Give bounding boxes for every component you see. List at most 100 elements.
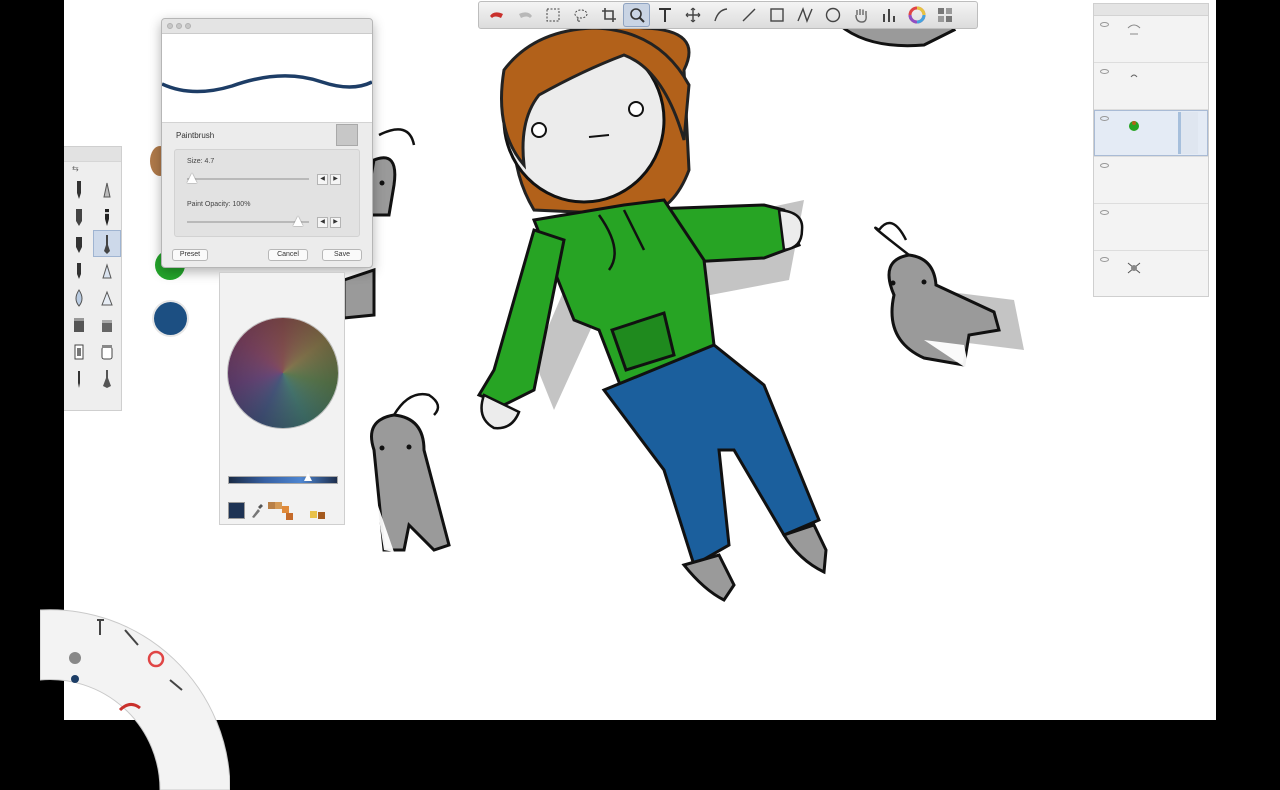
eyedropper-icon[interactable] bbox=[250, 501, 264, 519]
undo-button[interactable] bbox=[483, 3, 510, 27]
ink-pen-icon bbox=[105, 208, 109, 226]
layer-row[interactable] bbox=[1094, 63, 1208, 110]
eye-icon[interactable] bbox=[1100, 257, 1109, 262]
paintbrush-brush[interactable] bbox=[93, 230, 121, 257]
lasso-button[interactable] bbox=[567, 3, 594, 27]
close-window-button[interactable] bbox=[167, 23, 173, 29]
color-wheel[interactable] bbox=[228, 318, 338, 428]
layer-thumbnail bbox=[1130, 74, 1138, 78]
eye-icon[interactable] bbox=[1100, 116, 1109, 121]
layer-thumbnail bbox=[1118, 161, 1150, 187]
brush-name: Paintbrush bbox=[176, 130, 215, 140]
layers-button[interactable] bbox=[931, 3, 958, 27]
color-wheel-button[interactable] bbox=[903, 3, 930, 27]
preset-button[interactable]: Preset bbox=[172, 249, 208, 261]
layer-row[interactable] bbox=[1094, 204, 1208, 251]
line-button[interactable] bbox=[735, 3, 762, 27]
eye-icon[interactable] bbox=[1100, 69, 1109, 74]
ink-pen-brush[interactable] bbox=[93, 203, 121, 230]
text-icon bbox=[658, 8, 671, 22]
smudge-brush[interactable] bbox=[93, 257, 121, 284]
current-color-swatch[interactable] bbox=[228, 502, 245, 519]
jar-brush[interactable] bbox=[93, 338, 121, 365]
ellipse-icon bbox=[825, 7, 840, 23]
layer-opacity-control[interactable] bbox=[1178, 112, 1198, 154]
select-rect-button[interactable] bbox=[539, 3, 566, 27]
rectangle-button[interactable] bbox=[763, 3, 790, 27]
blur-brush[interactable] bbox=[65, 284, 93, 311]
dialog-titlebar bbox=[162, 19, 372, 34]
brush-palette: ⇆ bbox=[64, 146, 122, 411]
tube-brush[interactable] bbox=[65, 338, 93, 365]
lagoon-center-button[interactable] bbox=[69, 652, 81, 664]
pen-curve-button[interactable] bbox=[707, 3, 734, 27]
minimize-window-button[interactable] bbox=[176, 23, 182, 29]
ballpoint-icon bbox=[78, 370, 80, 388]
mini-color-swatch[interactable] bbox=[286, 513, 293, 520]
mini-color-swatch[interactable] bbox=[310, 511, 317, 518]
layer-row[interactable] bbox=[1094, 157, 1208, 204]
recent-color-3[interactable] bbox=[154, 302, 187, 335]
select-rect-icon bbox=[546, 8, 559, 22]
cancel-button[interactable]: Cancel bbox=[268, 249, 308, 261]
layer-thumbnail bbox=[1118, 208, 1150, 234]
mini-color-swatch[interactable] bbox=[318, 512, 325, 519]
opacity-increase-button[interactable]: ▶ bbox=[330, 216, 341, 228]
lagoon-radial-menu bbox=[40, 609, 230, 790]
smudge-icon bbox=[102, 262, 112, 278]
size-slider-knob[interactable] bbox=[186, 173, 197, 183]
felt-brush[interactable] bbox=[65, 257, 93, 284]
layer-row[interactable] bbox=[1094, 251, 1208, 297]
lasso-icon bbox=[574, 9, 587, 22]
main-toolbar bbox=[478, 1, 978, 29]
crop-icon bbox=[601, 8, 616, 22]
brush-tip-brush[interactable] bbox=[93, 365, 121, 392]
size-label: Size: 4.7 bbox=[187, 158, 215, 165]
ellipse-button[interactable] bbox=[819, 3, 846, 27]
opacity-slider[interactable] bbox=[187, 216, 309, 226]
eye-icon[interactable] bbox=[1100, 163, 1109, 168]
brightness-slider[interactable] bbox=[228, 473, 338, 484]
brightness-slider-knob[interactable] bbox=[304, 473, 313, 481]
marker-brush[interactable] bbox=[65, 203, 93, 230]
brush-settings-panel: Size: 4.7 ◀ ▶ Paint Opacity: 100% ◀ ▶ bbox=[174, 149, 360, 237]
jar-icon bbox=[101, 344, 113, 359]
eye-icon[interactable] bbox=[1100, 210, 1109, 215]
brush-menu-button[interactable] bbox=[336, 124, 358, 146]
brush-props-button[interactable] bbox=[875, 3, 902, 27]
size-increase-button[interactable]: ▶ bbox=[330, 173, 341, 185]
mini-color-swatch[interactable] bbox=[268, 502, 275, 509]
crop-button[interactable] bbox=[595, 3, 622, 27]
zoom-button[interactable] bbox=[623, 3, 650, 27]
fill-brush[interactable] bbox=[65, 311, 93, 338]
airbrush-brush[interactable] bbox=[93, 176, 121, 203]
polyline-button[interactable] bbox=[791, 3, 818, 27]
ballpoint-brush[interactable] bbox=[65, 365, 93, 392]
blur-icon bbox=[75, 288, 83, 307]
mini-color-swatch[interactable] bbox=[275, 502, 282, 509]
mini-color-swatch[interactable] bbox=[282, 506, 289, 513]
layer-row-selected[interactable] bbox=[1094, 110, 1208, 157]
pencil-brush[interactable] bbox=[65, 176, 93, 203]
color-editor-panel bbox=[219, 272, 345, 525]
hand-button[interactable] bbox=[847, 3, 874, 27]
zoom-window-button[interactable] bbox=[185, 23, 191, 29]
size-slider[interactable] bbox=[186, 173, 309, 183]
text-button[interactable] bbox=[651, 3, 678, 27]
size-decrease-button[interactable]: ◀ bbox=[317, 173, 328, 185]
sharpen-brush[interactable] bbox=[93, 284, 121, 311]
eraser-brush[interactable] bbox=[93, 311, 121, 338]
transform-icon bbox=[685, 7, 700, 23]
lagoon-color-dot[interactable] bbox=[71, 675, 79, 683]
chisel-brush[interactable] bbox=[65, 230, 93, 257]
transform-button[interactable] bbox=[679, 3, 706, 27]
save-button[interactable]: Save bbox=[322, 249, 362, 261]
layer-row[interactable] bbox=[1094, 16, 1208, 63]
palette-collapse[interactable]: ⇆ bbox=[64, 162, 121, 176]
opacity-slider-knob[interactable] bbox=[293, 216, 303, 226]
redo-button[interactable] bbox=[511, 3, 538, 27]
eye-icon[interactable] bbox=[1100, 22, 1109, 27]
opacity-decrease-button[interactable]: ◀ bbox=[317, 216, 328, 228]
brush-properties-dialog: Paintbrush Size: 4.7 ◀ ▶ Paint Opacity: … bbox=[161, 18, 373, 268]
paintbrush-icon bbox=[104, 234, 110, 254]
